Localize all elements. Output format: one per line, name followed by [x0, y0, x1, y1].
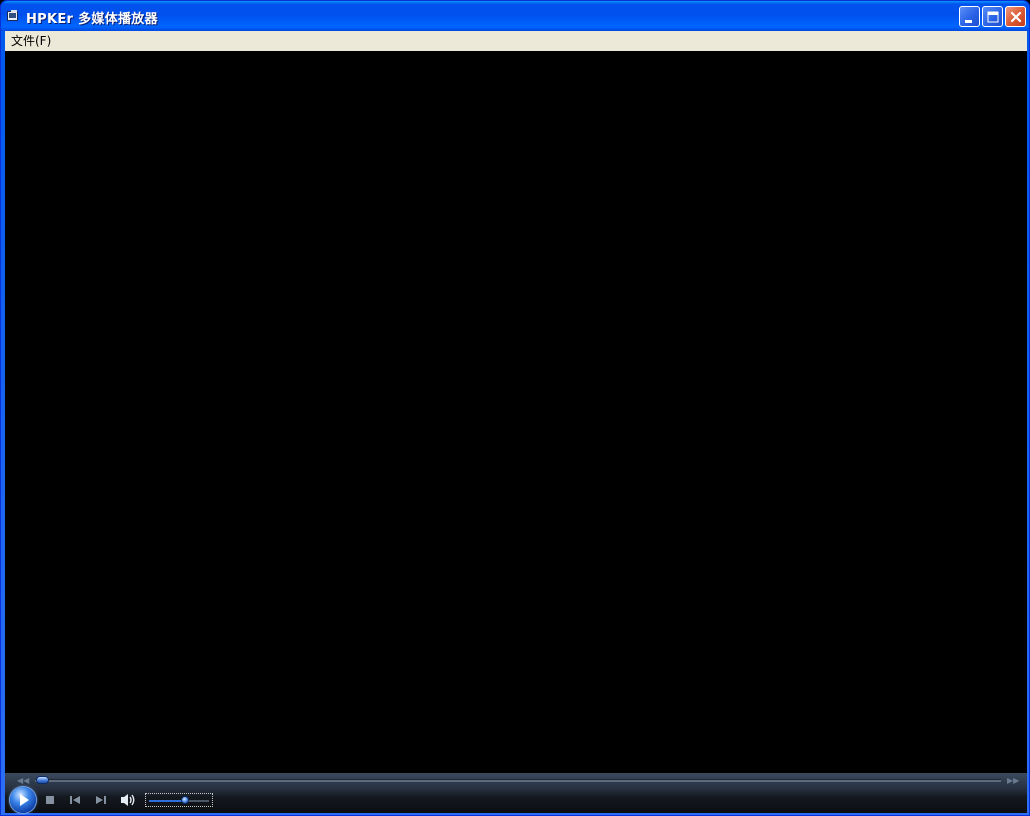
video-display[interactable]: [5, 51, 1027, 773]
minimize-icon: [965, 20, 972, 23]
maximize-button[interactable]: [982, 6, 1003, 27]
playback-controls: ◀◀ ▶▶: [5, 773, 1027, 813]
next-track-icon: [96, 796, 106, 804]
previous-track-button[interactable]: [68, 793, 82, 807]
mute-button[interactable]: [119, 792, 137, 808]
app-icon: [7, 10, 18, 21]
previous-track-icon: [70, 796, 80, 804]
app-window: HPKEr 多媒体播放器 文件(F) ◀◀ ▶▶: [0, 0, 1030, 816]
stop-button[interactable]: [43, 793, 57, 807]
menu-bar: 文件(F): [5, 31, 1027, 51]
close-icon: [1010, 11, 1022, 23]
seek-handle[interactable]: [36, 776, 49, 784]
volume-handle[interactable]: [181, 796, 189, 804]
menu-file[interactable]: 文件(F): [9, 33, 53, 49]
fast-forward-icon: ▶▶: [1007, 776, 1020, 785]
stop-icon: [46, 796, 54, 804]
volume-slider[interactable]: [145, 793, 213, 807]
play-button[interactable]: [10, 787, 36, 813]
rewind-icon: ◀◀: [17, 776, 30, 785]
title-bar[interactable]: HPKEr 多媒体播放器: [1, 1, 1029, 31]
maximize-icon: [987, 11, 999, 23]
seek-bar[interactable]: [35, 779, 1001, 782]
volume-track: [149, 800, 209, 802]
close-button[interactable]: [1005, 6, 1026, 27]
next-track-button[interactable]: [94, 793, 108, 807]
minimize-button[interactable]: [959, 6, 980, 27]
play-icon: [20, 794, 29, 806]
window-title: HPKEr 多媒体播放器: [26, 12, 158, 27]
speaker-icon: [121, 794, 135, 806]
